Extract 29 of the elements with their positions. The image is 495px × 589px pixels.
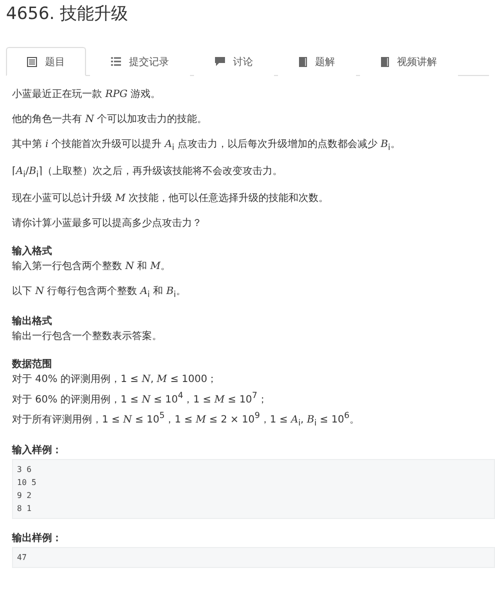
paragraph: ⌈A$_{i}$/B$_{i}$⌉（上取整）次之后，再升级该技能将不会改变攻击力。 [12, 165, 284, 181]
paragraph: 其中第 i 个技能首次升级可以提升 A$_{i}$ 点攻击力，以后每次升级增加的点数都会减少 B$_{i}$。 [12, 138, 402, 154]
paragraph: 输出一行包含一个整数表示答案。 [12, 330, 163, 344]
code-line: 3 6 [17, 464, 32, 476]
paragraph: 对于 60% 的评测用例，1 ≤ N ≤ 10$^{4}$，1 ≤ M ≤ 10$^{7}$； [12, 389, 268, 408]
chat-icon [215, 57, 225, 66]
page-title: 4656. 技能升级 [6, 3, 128, 25]
paragraph: 输入第一行包含两个整数 N 和 M。 [12, 260, 172, 274]
section-heading: 输出格式 [12, 314, 53, 328]
section-heading: 输入样例： [12, 444, 63, 457]
code-line: 10 5 [17, 476, 38, 489]
paragraph: 以下 N 行每行包含两个整数 A$_{i}$ 和 B$_{i}$。 [12, 285, 187, 301]
code-line: 9 2 [17, 490, 32, 502]
list-icon [111, 57, 121, 66]
paragraph: 对于所有评测用例，1 ≤ N ≤ 10$^{5}$，1 ≤ M ≤ 2 × 10$^{9}$，1 ≤ A$_{i}$, B$_{i}$ ≤ 10$^{6}$。 [12, 409, 360, 430]
tab[interactable]: 题目 [6, 47, 86, 76]
paragraph: 小蓝最近正在玩一款 RPG 游戏。 [12, 88, 162, 102]
book-icon [381, 56, 389, 66]
book-icon [299, 56, 307, 66]
code-line: 8 1 [17, 502, 32, 515]
paragraph: 请你计算小蓝最多可以提高多少点攻击力？ [12, 217, 203, 231]
section-heading: 输出样例： [12, 532, 63, 545]
paragraph: 他的角色一共有 N 个可以加攻击力的技能。 [12, 113, 208, 127]
code-line: 47 [17, 552, 28, 564]
document-icon [27, 56, 37, 66]
paragraph: 对于 40% 的评测用例，1 ≤ N, M ≤ 1000； [12, 373, 218, 387]
section-heading: 输入格式 [12, 244, 53, 258]
section-heading: 数据范围 [12, 358, 53, 371]
paragraph: 现在小蓝可以总计升级 M 次技能，他可以任意选择升级的技能和次数。 [12, 192, 330, 206]
